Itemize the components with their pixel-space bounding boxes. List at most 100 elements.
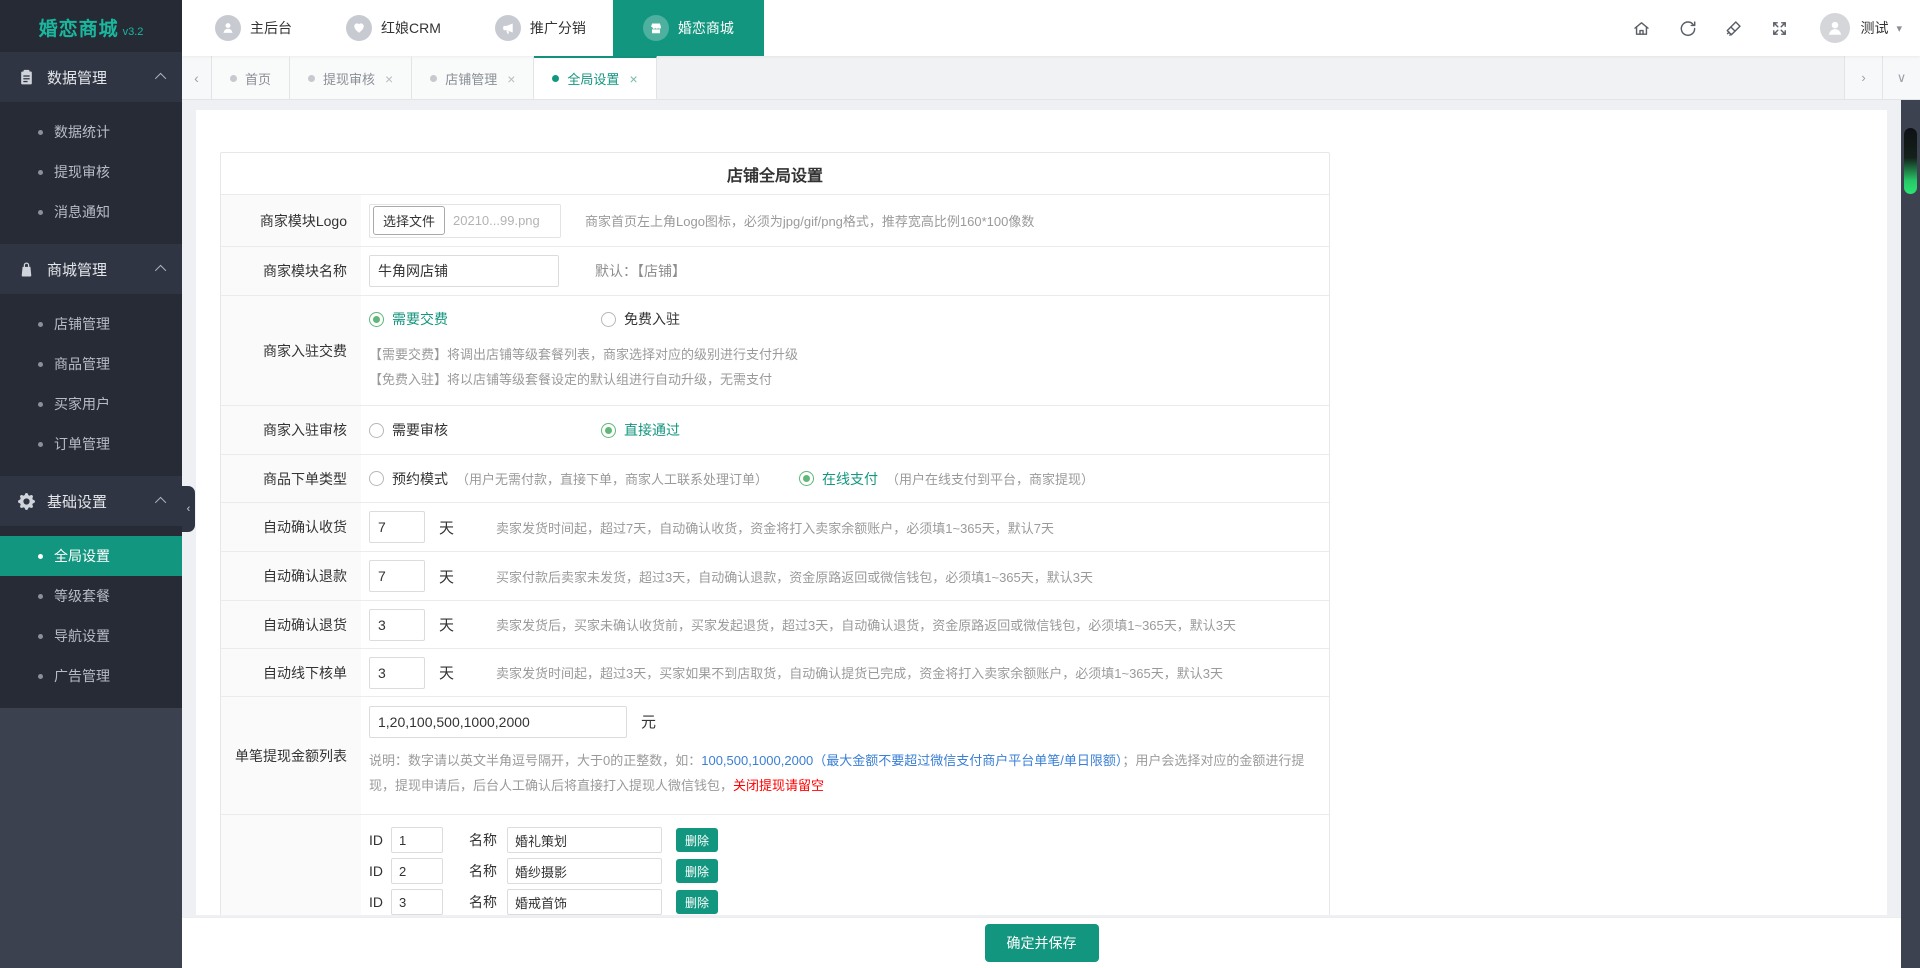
category-id-input[interactable] xyxy=(391,858,443,884)
tab-label: 首页 xyxy=(245,69,271,88)
radio-option-direct-pass[interactable]: 直接通过 xyxy=(601,420,680,440)
sidebar-item-product-management[interactable]: 商品管理 xyxy=(0,344,182,384)
form-row-auto-return: 自动确认退货 天 卖家发货后，买家未确认收货前，买家发起退货，超过3天，自动确认… xyxy=(221,601,1329,649)
category-name-label: 名称 xyxy=(469,861,497,881)
topbar-tools: 测试 ▾ xyxy=(1618,0,1920,56)
radio-unchecked-icon[interactable] xyxy=(369,471,384,486)
sidebar-section-mall[interactable]: 商城管理 xyxy=(0,244,182,294)
field-hint: 卖家发货时间起，超过3天，买家如果不到店取货，自动确认提货已完成，资金将打入卖家… xyxy=(496,663,1223,682)
megaphone-icon xyxy=(495,15,521,41)
sidebar-section-settings[interactable]: 基础设置 xyxy=(0,476,182,526)
sidebar-item-ad-management[interactable]: 广告管理 xyxy=(0,656,182,696)
sidebar-item-global-settings[interactable]: 全局设置 xyxy=(0,536,182,576)
radio-unchecked-icon[interactable] xyxy=(369,423,384,438)
nav-item-marriage-mall[interactable]: 婚恋商城 xyxy=(613,0,764,56)
choose-file-button[interactable]: 选择文件 xyxy=(373,206,445,235)
clear-cache-icon[interactable] xyxy=(1710,0,1756,56)
field-label: 自动确认退款 xyxy=(221,552,361,600)
nav-item-main-admin[interactable]: 主后台 xyxy=(188,0,319,56)
sidebar-item-label: 商品管理 xyxy=(54,354,110,374)
auto-refund-days-input[interactable] xyxy=(369,560,425,592)
nav-item-label: 红娘CRM xyxy=(381,18,441,38)
nav-item-label: 婚恋商城 xyxy=(678,18,734,38)
form-row-auto-refund: 自动确认退款 天 买家付款后卖家未发货，超过3天，自动确认退款，资金原路返回或微… xyxy=(221,552,1329,601)
username-text: 测试 xyxy=(1860,18,1888,38)
sidebar-section-label: 数据管理 xyxy=(47,67,158,88)
auto-return-days-input[interactable] xyxy=(369,609,425,641)
radio-option-online-pay[interactable]: 在线支付 （用户在线支付到平台，商家提现） xyxy=(799,469,1094,489)
sidebar-collapse-handle[interactable]: ‹ xyxy=(182,486,195,532)
sidebar-item-notifications[interactable]: 消息通知 xyxy=(0,192,182,232)
field-label xyxy=(221,815,361,915)
radio-unchecked-icon[interactable] xyxy=(601,312,616,327)
save-button[interactable]: 确定并保存 xyxy=(985,924,1099,962)
chevron-left-icon: ‹ xyxy=(187,503,191,515)
delete-category-button[interactable]: 删除 xyxy=(676,859,718,883)
bullet-dot-icon xyxy=(38,210,43,215)
sidebar-item-order-management[interactable]: 订单管理 xyxy=(0,424,182,464)
scrollbar-thumb[interactable] xyxy=(1904,128,1917,194)
tabs-scroll-right-button[interactable]: › xyxy=(1844,56,1882,99)
field-content: ID 名称 删除 ID 名称 删除 xyxy=(361,815,1329,915)
tab-global-settings[interactable]: 全局设置 × xyxy=(534,56,656,99)
radio-option-need-audit[interactable]: 需要审核 xyxy=(369,420,601,440)
sidebar-section-data[interactable]: 数据管理 xyxy=(0,52,182,102)
user-avatar[interactable] xyxy=(1820,13,1850,43)
field-content: 元 说明：数字请以英文半角逗号隔开，大于0的正整数，如：100,500,1000… xyxy=(361,697,1329,814)
category-name-input[interactable] xyxy=(507,889,662,915)
auto-offline-days-input[interactable] xyxy=(369,657,425,689)
sidebar-item-buyer-users[interactable]: 买家用户 xyxy=(0,384,182,424)
heart-icon xyxy=(346,15,372,41)
radio-checked-icon[interactable] xyxy=(799,471,814,486)
field-hint: 买家付款后卖家未发货，超过3天，自动确认退款，资金原路返回或微信钱包，必须填1~… xyxy=(496,567,1093,586)
file-name-text: 20210...99.png xyxy=(453,213,540,228)
sidebar-item-data-stats[interactable]: 数据统计 xyxy=(0,112,182,152)
sidebar-item-withdraw-audit[interactable]: 提现审核 xyxy=(0,152,182,192)
category-id-input[interactable] xyxy=(391,827,443,853)
radio-label: 预约模式 xyxy=(392,469,448,489)
module-name-input[interactable] xyxy=(369,255,559,287)
global-settings-form: 店铺全局设置 商家模块Logo 选择文件 20210...99.png 商家首页… xyxy=(220,152,1330,915)
refresh-icon[interactable] xyxy=(1664,0,1710,56)
bullet-dot-icon xyxy=(38,130,43,135)
entry-fee-note-2: 【免费入驻】将以店铺等级套餐设定的默认组进行自动升级，无需支付 xyxy=(369,367,772,392)
close-icon[interactable]: × xyxy=(385,71,393,87)
auto-receive-days-input[interactable] xyxy=(369,511,425,543)
nav-item-promotion[interactable]: 推广分销 xyxy=(468,0,613,56)
category-name-input[interactable] xyxy=(507,827,662,853)
sidebar-item-label: 订单管理 xyxy=(54,434,110,454)
field-label: 商家模块名称 xyxy=(221,247,361,295)
content-area: 店铺全局设置 商家模块Logo 选择文件 20210...99.png 商家首页… xyxy=(182,100,1920,968)
category-id-input[interactable] xyxy=(391,889,443,915)
tab-shop-management[interactable]: 店铺管理 × xyxy=(412,56,534,99)
tab-withdraw-audit[interactable]: 提现审核 × xyxy=(290,56,412,99)
sidebar-item-label: 消息通知 xyxy=(54,202,110,222)
close-icon[interactable]: × xyxy=(507,71,515,87)
app-window: 婚恋商城 v3.2 数据管理 数据统计 提现审核 消息通知 商城管理 店铺管理 … xyxy=(0,0,1920,968)
tabs-scroll-left-button[interactable]: ‹ xyxy=(182,56,212,99)
radio-option-appointment-mode[interactable]: 预约模式 （用户无需付款，直接下单，商家人工联系处理订单） xyxy=(369,469,799,489)
nav-item-matchmaker-crm[interactable]: 红娘CRM xyxy=(319,0,468,56)
delete-category-button[interactable]: 删除 xyxy=(676,828,718,852)
field-content: 选择文件 20210...99.png 商家首页左上角Logo图标，必须为jpg… xyxy=(361,195,1329,246)
sidebar-item-nav-settings[interactable]: 导航设置 xyxy=(0,616,182,656)
chevron-left-icon: ‹ xyxy=(194,70,199,86)
withdraw-note-warning: 关闭提现请留空 xyxy=(733,778,824,793)
sidebar-item-level-packages[interactable]: 等级套餐 xyxy=(0,576,182,616)
home-icon[interactable] xyxy=(1618,0,1664,56)
tab-home[interactable]: 首页 xyxy=(212,56,290,99)
tabs-menu-button[interactable]: ∨ xyxy=(1882,56,1920,99)
sidebar-item-shop-management[interactable]: 店铺管理 xyxy=(0,304,182,344)
category-name-input[interactable] xyxy=(507,858,662,884)
fullscreen-icon[interactable] xyxy=(1756,0,1802,56)
vertical-scrollbar[interactable] xyxy=(1901,100,1920,968)
radio-checked-icon[interactable] xyxy=(601,423,616,438)
delete-category-button[interactable]: 删除 xyxy=(676,890,718,914)
close-icon[interactable]: × xyxy=(629,71,637,87)
radio-option-need-fee[interactable]: 需要交费 xyxy=(369,309,601,329)
withdraw-note-link[interactable]: 100,500,1000,2000（最大金额不要超过微信支付商户平台单笔/单日限… xyxy=(701,753,1122,768)
radio-checked-icon[interactable] xyxy=(369,312,384,327)
caret-down-icon[interactable]: ▾ xyxy=(1896,22,1902,35)
radio-option-free-entry[interactable]: 免费入驻 xyxy=(601,309,680,329)
withdraw-amounts-input[interactable] xyxy=(369,706,627,738)
